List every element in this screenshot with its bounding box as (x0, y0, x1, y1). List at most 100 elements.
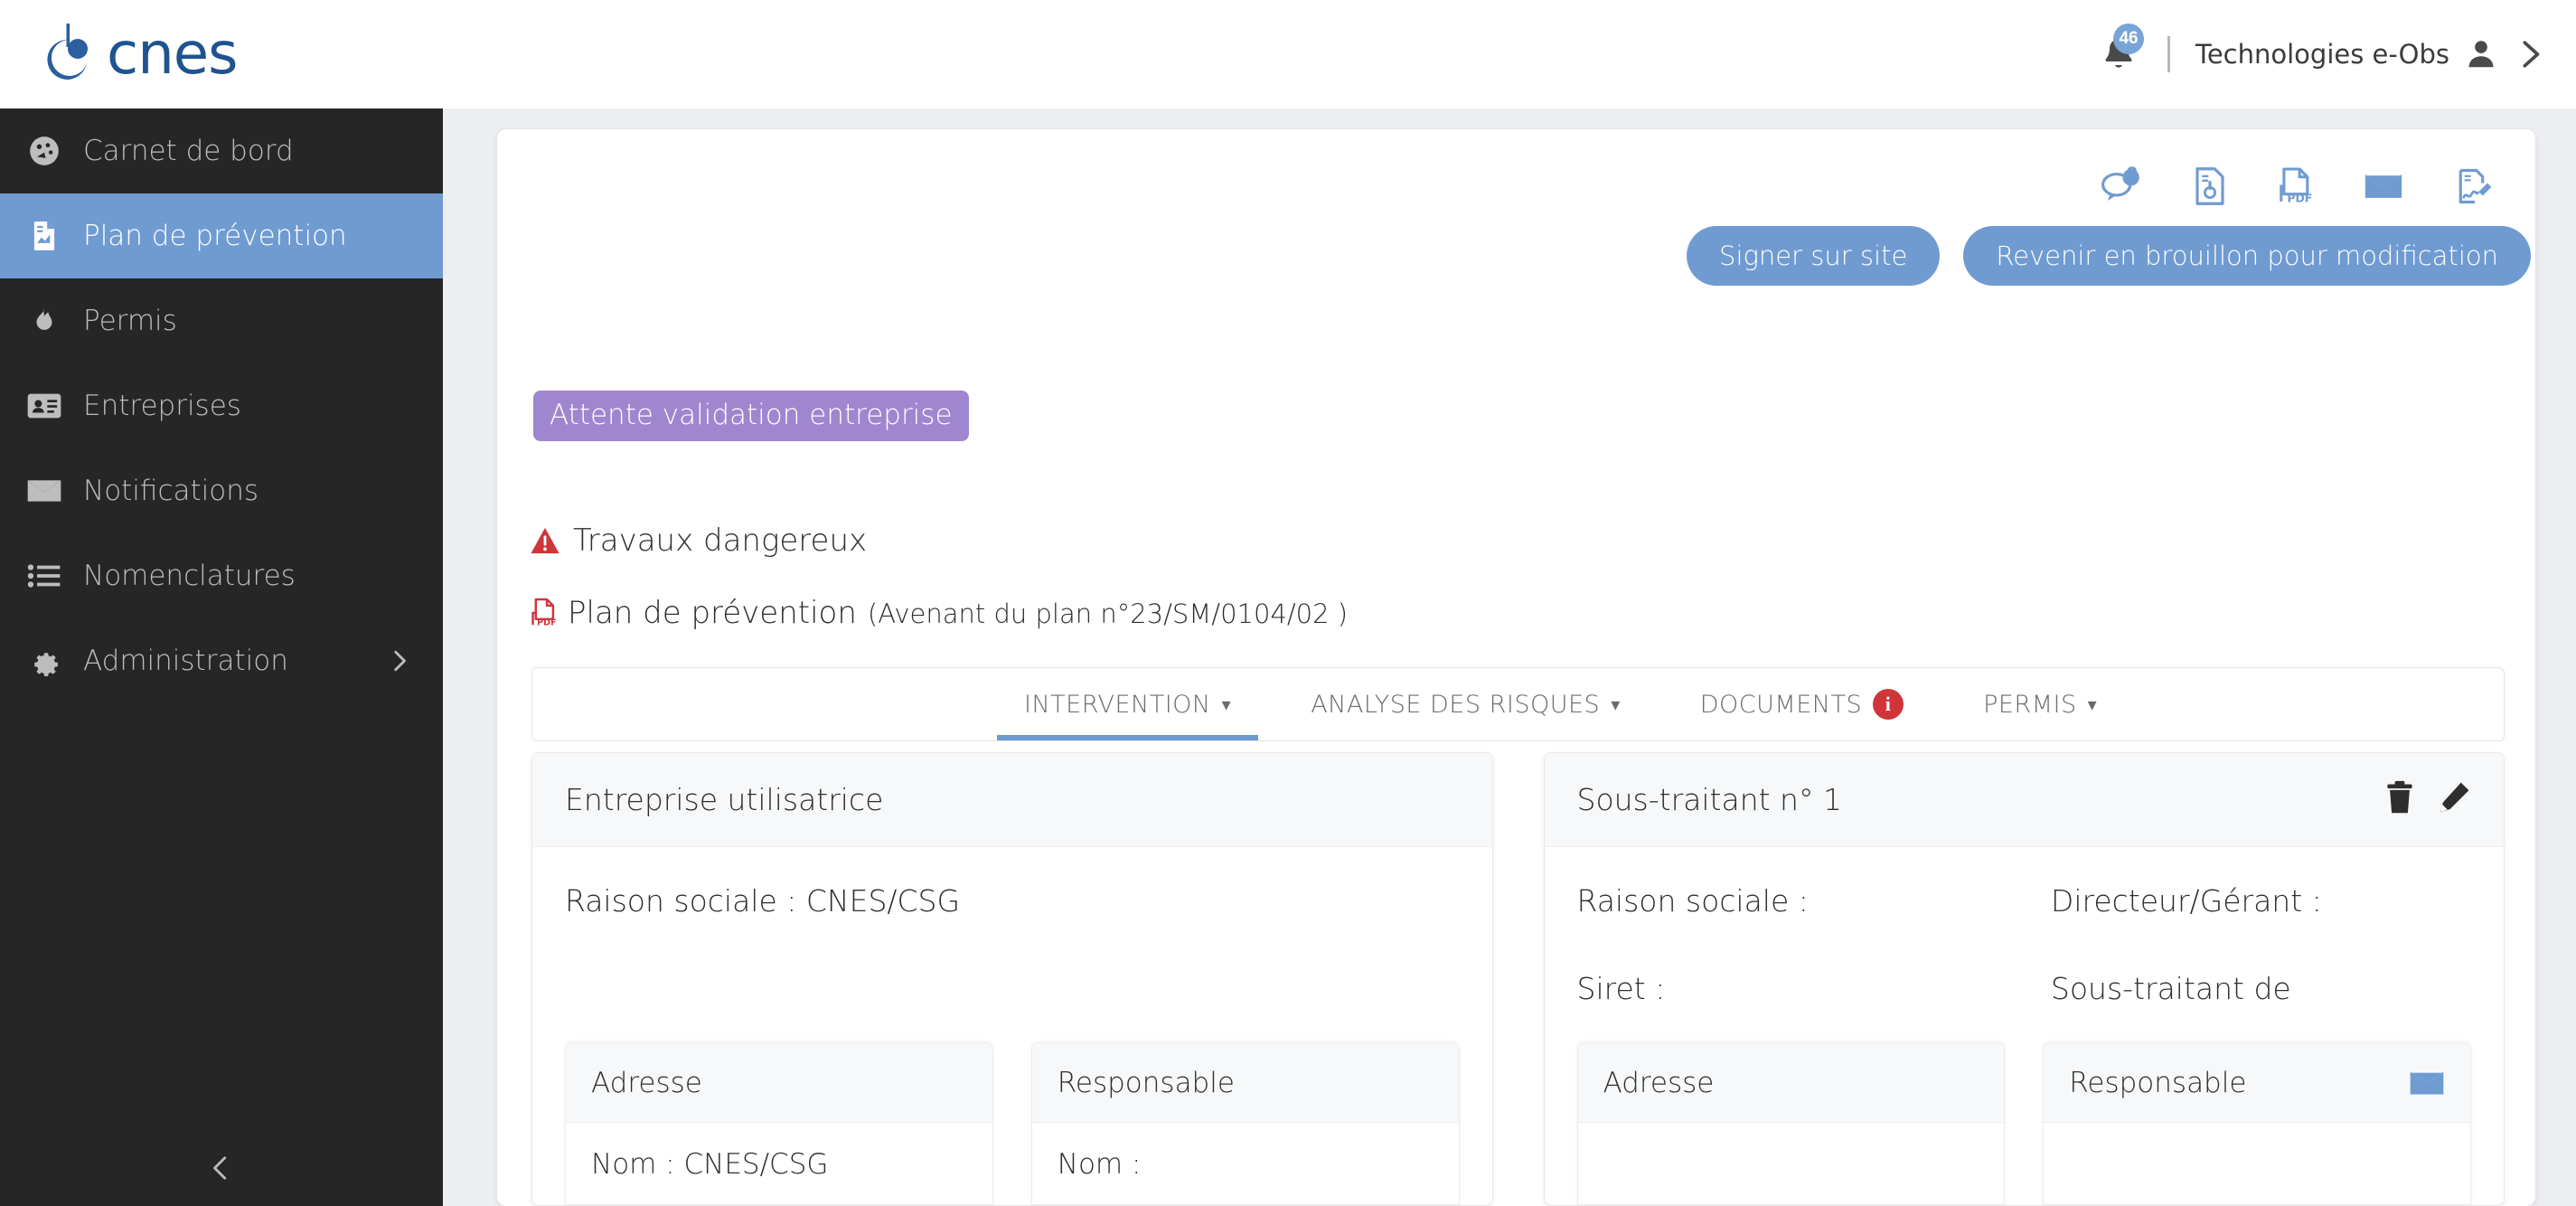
tab-intervention[interactable]: INTERVENTION ▾ (984, 668, 1271, 740)
account-expand-icon[interactable] (2515, 39, 2545, 70)
responsable-subcard-st: Responsable (2043, 1042, 2471, 1205)
chevron-down-icon: ▾ (1221, 693, 1232, 715)
header-divider (2167, 36, 2171, 72)
sign-on-site-button[interactable]: Signer sur site (1687, 226, 1941, 286)
document-action-icons: 0 PDF (2101, 163, 2495, 205)
user-name-label: Technologies e-Obs (2195, 39, 2449, 70)
sous-traitant-panel: Sous-traitant n° 1 Raison sociale: Dire… (1543, 752, 2505, 1206)
sub-card-body: Nom : CNES/CSG (566, 1123, 992, 1204)
sidebar-item-label: Nomenclatures (83, 560, 296, 592)
tabs-container: INTERVENTION ▾ ANALYSE DES RISQUES ▾ DOC… (531, 667, 2505, 741)
mail-icon[interactable] (2364, 171, 2403, 202)
nom-field: Nom : (1057, 1148, 1142, 1181)
plan-title: Plan de prévention (568, 595, 857, 631)
entreprise-utilisatrice-panel: Entreprise utilisatrice Raison sociale :… (531, 752, 1493, 1206)
tab-analyse-des-risques[interactable]: ANALYSE DES RISQUES ▾ (1271, 668, 1660, 740)
sub-card-body: Nom : (1031, 1123, 1459, 1204)
sub-card-body (2044, 1123, 2470, 1204)
tab-label: INTERVENTION (1024, 690, 1211, 719)
sidebar-item-label: Administration (83, 645, 288, 677)
user-icon[interactable] (2464, 37, 2498, 71)
comments-count-badge: 0 (2126, 163, 2139, 187)
plan-subtitle: (Avenant du plan n°23/SM/0104/02 ) (867, 598, 1349, 629)
overlay-popup (1183, 1139, 1338, 1204)
sign-document-icon[interactable] (2455, 167, 2495, 205)
panel-header: Entreprise utilisatrice (532, 753, 1492, 847)
nom-field: Nom : CNES/CSG (591, 1148, 829, 1181)
envelope-icon (16, 476, 72, 505)
submenu-chevron-icon[interactable] (387, 649, 410, 673)
sidebar-item-entreprises[interactable]: Entreprises (0, 363, 443, 448)
svg-text:PDF: PDF (2287, 191, 2312, 204)
notification-count-badge: 46 (2113, 24, 2145, 54)
chevron-right-icon (2523, 41, 2540, 68)
id-card-icon (16, 391, 72, 421)
document-action-buttons: Signer sur site Revenir en brouillon pou… (1687, 226, 2531, 286)
adresse-subcard-st: Adresse (1576, 1042, 2006, 1205)
field-row: Raison sociale : Directeur/Gérant : (1577, 883, 2472, 919)
raison-sociale-field: Raison sociale : (1576, 883, 1809, 919)
sidebar-item-label: Permis (83, 305, 177, 337)
sidebar-item-administration[interactable]: Administration (0, 618, 443, 703)
comments-icon[interactable]: 0 (2101, 163, 2142, 204)
panel-header: Sous-traitant n° 1 (1544, 753, 2504, 847)
notifications-bell[interactable]: 46 (2093, 24, 2145, 81)
pdf-icon: PDF (531, 598, 557, 628)
list-icon (16, 561, 72, 590)
panel-header-icons (2383, 779, 2471, 820)
mail-icon[interactable] (2409, 1069, 2445, 1097)
sidebar-item-carnet-de-bord[interactable]: Carnet de bord (0, 108, 443, 193)
sub-card-title: Responsable (2069, 1066, 2247, 1099)
pdf-icon[interactable]: PDF (2278, 167, 2312, 205)
panel-body: Raison sociale : Directeur/Gérant : Sire… (1545, 847, 2505, 1205)
chevron-left-icon (213, 1156, 227, 1180)
sidebar-item-label: Carnet de bord (83, 135, 294, 167)
user-avatar-icon (2468, 41, 2494, 68)
status-badge: Attente validation entreprise (533, 391, 969, 441)
document-chart-icon (16, 219, 72, 253)
document-report-icon[interactable] (2194, 167, 2226, 205)
chevron-down-icon: ▾ (1611, 693, 1621, 715)
flame-icon (16, 304, 72, 338)
tab-label: ANALYSE DES RISQUES (1311, 690, 1601, 719)
tab-documents[interactable]: DOCUMENTS i (1660, 668, 1943, 740)
adresse-subcard: Adresse Nom : CNES/CSG (565, 1042, 993, 1205)
gear-icon (16, 644, 72, 678)
dashboard-icon (16, 134, 72, 168)
sub-card-title: Adresse (1603, 1066, 1715, 1099)
panel-title: Sous-traitant n° 1 (1576, 782, 1842, 817)
sidebar-item-label: Plan de prévention (83, 220, 347, 252)
panel-body: Raison sociale : CNES/CSG Adresse Nom : … (532, 847, 1492, 1205)
sub-card-title: Responsable (1057, 1066, 1235, 1099)
sub-card-header: Responsable (2044, 1043, 2470, 1123)
sub-card-header: Adresse (566, 1043, 992, 1123)
cnes-logo-icon (47, 24, 88, 80)
plan-title-row: PDF Plan de prévention (Avenant du plan … (530, 595, 1348, 631)
svg-text:PDF: PDF (537, 618, 556, 628)
brand-logo[interactable]: cnes (0, 0, 443, 108)
top-bar: cnes 46 Technologies e-Obs (0, 0, 2576, 108)
sidebar-item-plan-de-prevention[interactable]: Plan de prévention (0, 193, 443, 278)
sidebar-collapse-button[interactable] (0, 1130, 443, 1206)
directeur-gerant-field: Directeur/Gérant : (2050, 883, 2322, 919)
dangerous-work-label: Travaux dangereux (573, 523, 868, 559)
field-row: Raison sociale : CNES/CSG (565, 883, 1460, 919)
return-to-draft-button[interactable]: Revenir en brouillon pour modification (1963, 226, 2531, 286)
tab-permis[interactable]: PERMIS ▾ (1943, 668, 2137, 740)
sub-cards-row: Adresse Responsable (1576, 1042, 2471, 1205)
tab-label: PERMIS (1983, 690, 2077, 719)
sidebar-item-nomenclatures[interactable]: Nomenclatures (0, 533, 443, 618)
panels-row: Entreprise utilisatrice Raison sociale :… (531, 752, 2505, 1206)
sidebar-item-notifications[interactable]: Notifications (0, 448, 443, 533)
chevron-down-icon: ▾ (2087, 693, 2098, 715)
pencil-icon[interactable] (2437, 779, 2471, 820)
responsable-subcard: Responsable Nom : (1030, 1042, 1460, 1205)
warning-triangle-icon (531, 527, 559, 554)
raison-sociale-field: Raison sociale : CNES/CSG (565, 883, 961, 919)
sub-card-body (1577, 1123, 2005, 1204)
sidebar-item-permis[interactable]: Permis (0, 278, 443, 363)
sidebar-item-label: Entreprises (83, 390, 241, 422)
sub-card-header: Responsable (1031, 1043, 1459, 1123)
tab-label: DOCUMENTS (1699, 690, 1863, 719)
trash-icon[interactable] (2383, 779, 2417, 820)
